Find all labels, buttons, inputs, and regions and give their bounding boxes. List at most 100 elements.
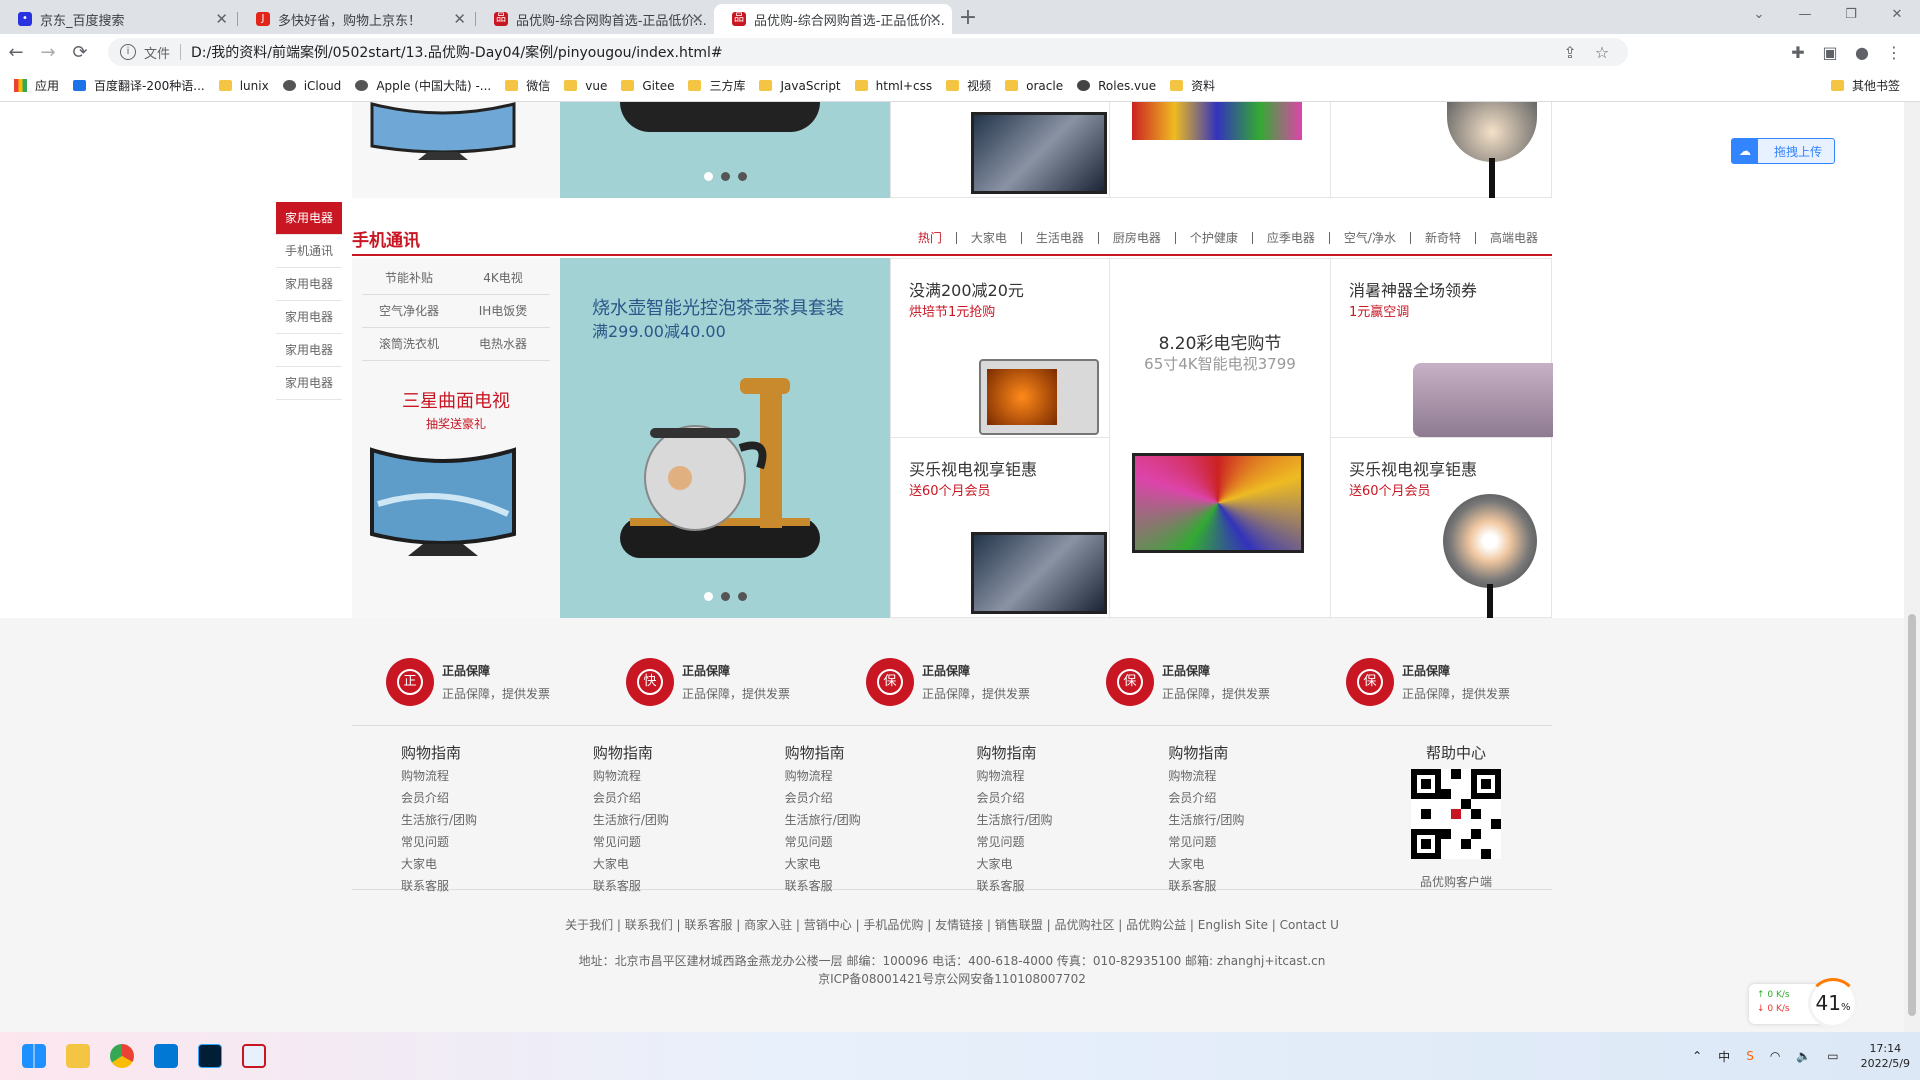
- cpu-usage-gauge[interactable]: 41%: [1808, 978, 1858, 1028]
- bookmark-item[interactable]: 视频: [946, 77, 991, 94]
- wifi-icon[interactable]: ◠: [1770, 1049, 1780, 1063]
- new-tab-button[interactable]: +: [952, 4, 984, 34]
- product-cell[interactable]: 买乐视电视享钜惠 送60个月会员: [890, 437, 1110, 618]
- help-link[interactable]: 会员介绍: [976, 787, 1168, 809]
- service-item[interactable]: 保 正品保障 正品保障，提供发票: [1312, 638, 1552, 725]
- help-link[interactable]: 联系客服: [785, 875, 977, 897]
- help-link[interactable]: 会员介绍: [785, 787, 977, 809]
- close-icon[interactable]: ✕: [453, 10, 466, 28]
- help-link[interactable]: 联系客服: [976, 875, 1168, 897]
- category-link[interactable]: 节能补贴: [362, 262, 456, 295]
- floor-tab[interactable]: 热门: [904, 232, 956, 244]
- bookmark-item[interactable]: 百度翻译-200种语...: [73, 77, 205, 94]
- bookmark-item[interactable]: vue: [564, 79, 607, 93]
- side-nav-item[interactable]: 家用电器: [276, 301, 342, 334]
- floor-tab[interactable]: 生活电器: [1020, 232, 1098, 244]
- chevron-up-icon[interactable]: ⌃: [1692, 1049, 1702, 1063]
- forward-icon[interactable]: →: [32, 42, 64, 63]
- bookmark-star-icon[interactable]: ☆: [1586, 43, 1618, 62]
- photoshop-icon[interactable]: [188, 1036, 232, 1076]
- floor-tab[interactable]: 高端电器: [1474, 232, 1552, 244]
- product-cell[interactable]: 消暑神器全场领券 1元赢空调: [1330, 258, 1553, 438]
- reload-icon[interactable]: ⟳: [64, 42, 96, 63]
- file-explorer-icon[interactable]: [56, 1036, 100, 1076]
- category-link[interactable]: 空气净化器: [362, 295, 456, 328]
- help-link[interactable]: 生活旅行/团购: [785, 809, 977, 831]
- promo-title[interactable]: 三星曲面电视: [352, 387, 560, 413]
- help-link[interactable]: 生活旅行/团购: [1168, 809, 1360, 831]
- minimize-icon[interactable]: —: [1782, 0, 1828, 30]
- help-link[interactable]: 常见问题: [1168, 831, 1360, 853]
- help-link[interactable]: 生活旅行/团购: [976, 809, 1168, 831]
- curved-tv-image[interactable]: [368, 444, 518, 564]
- help-link[interactable]: 会员介绍: [401, 787, 593, 809]
- start-icon[interactable]: [12, 1036, 56, 1076]
- category-link[interactable]: 4K电视: [456, 262, 550, 295]
- bookmark-item[interactable]: lunix: [218, 79, 269, 93]
- help-link[interactable]: 大家电: [976, 853, 1168, 875]
- browser-tab-active[interactable]: 品 品优购-综合网购首选-正品低价... ✕: [714, 4, 952, 34]
- back-icon[interactable]: ←: [0, 42, 32, 63]
- vscode-icon[interactable]: [144, 1036, 188, 1076]
- floor-tab[interactable]: 新奇特: [1409, 232, 1475, 244]
- clock[interactable]: 17:14 2022/5/9: [1861, 1041, 1910, 1071]
- scrollbar-thumb[interactable]: [1908, 614, 1916, 1016]
- service-item[interactable]: 快 正品保障 正品保障，提供发票: [592, 638, 832, 725]
- upload-button[interactable]: ☁ 拖拽上传: [1731, 138, 1835, 164]
- help-link[interactable]: 会员介绍: [1168, 787, 1360, 809]
- help-link[interactable]: 购物流程: [785, 765, 977, 787]
- help-link[interactable]: 生活旅行/团购: [593, 809, 785, 831]
- menu-icon[interactable]: ⋮: [1878, 43, 1910, 62]
- product-cell[interactable]: 没满200减20元 烘培节1元抢购: [890, 258, 1110, 438]
- product-cell[interactable]: [890, 102, 1110, 198]
- share-icon[interactable]: ⇪: [1554, 43, 1586, 62]
- floor-tab[interactable]: 空气/净水: [1328, 232, 1410, 244]
- qr-code-icon[interactable]: [1411, 769, 1502, 859]
- footer-links[interactable]: 关于我们 | 联系我们 | 联系客服 | 商家入驻 | 营销中心 | 手机品优购…: [352, 916, 1552, 933]
- help-link[interactable]: 大家电: [785, 853, 977, 875]
- service-item[interactable]: 正 正品保障 正品保障，提供发票: [352, 638, 592, 725]
- close-icon[interactable]: ✕: [929, 10, 942, 28]
- side-nav-item[interactable]: 家用电器: [276, 202, 342, 235]
- close-window-icon[interactable]: ✕: [1874, 0, 1920, 30]
- profile-avatar-icon[interactable]: ●: [1846, 43, 1878, 62]
- help-link[interactable]: 会员介绍: [593, 787, 785, 809]
- floor-tab[interactable]: 个护健康: [1174, 232, 1252, 244]
- bookmark-item[interactable]: oracle: [1005, 79, 1063, 93]
- floor-tab[interactable]: 大家电: [955, 232, 1021, 244]
- bookmark-item[interactable]: 资料: [1170, 77, 1215, 94]
- browser-tab[interactable]: 品 品优购-综合网购首选-正品低价... ✕: [476, 4, 714, 34]
- product-cell[interactable]: 买乐视电视享钜惠 送60个月会员: [1330, 437, 1552, 618]
- help-link[interactable]: 大家电: [593, 853, 785, 875]
- help-link[interactable]: 购物流程: [976, 765, 1168, 787]
- help-link[interactable]: 购物流程: [1168, 765, 1360, 787]
- category-link[interactable]: 滚筒洗衣机: [362, 328, 456, 361]
- bookmark-item[interactable]: 三方库: [688, 77, 745, 94]
- ime-indicator[interactable]: 中: [1718, 1048, 1730, 1065]
- product-cell[interactable]: [1330, 102, 1552, 198]
- help-link[interactable]: 生活旅行/团购: [401, 809, 593, 831]
- sogou-icon[interactable]: S: [1746, 1049, 1754, 1063]
- side-nav-item[interactable]: 家用电器: [276, 334, 342, 367]
- snipping-tool-icon[interactable]: [232, 1036, 276, 1076]
- help-link[interactable]: 大家电: [401, 853, 593, 875]
- info-icon[interactable]: i: [120, 44, 136, 60]
- floor-tab[interactable]: 应季电器: [1251, 232, 1329, 244]
- help-link[interactable]: 联系客服: [1168, 875, 1360, 897]
- page-scrollbar[interactable]: [1904, 102, 1920, 1032]
- close-icon[interactable]: ✕: [215, 10, 228, 28]
- carousel-banner[interactable]: 烧水壶智能光控泡茶壶茶具套装 满299.00减40.00: [560, 258, 890, 618]
- side-nav-item[interactable]: 家用电器: [276, 268, 342, 301]
- category-link[interactable]: IH电饭煲: [456, 295, 550, 328]
- close-icon[interactable]: ✕: [691, 10, 704, 28]
- bookmark-item[interactable]: Apple (中国大陆) -...: [355, 77, 491, 94]
- help-link[interactable]: 常见问题: [593, 831, 785, 853]
- url-text[interactable]: D:/我的资料/前端案例/0502start/13.品优购-Day04/案例/p…: [191, 42, 723, 62]
- carousel-dots[interactable]: [560, 172, 890, 181]
- side-nav-item[interactable]: 家用电器: [276, 367, 342, 400]
- product-cell[interactable]: 8.20彩电宅购节 65寸4K智能电视3799: [1109, 258, 1331, 618]
- service-item[interactable]: 保 正品保障 正品保障，提供发票: [832, 638, 1072, 725]
- help-link[interactable]: 常见问题: [976, 831, 1168, 853]
- help-link[interactable]: 购物流程: [593, 765, 785, 787]
- product-cell[interactable]: [1109, 102, 1331, 198]
